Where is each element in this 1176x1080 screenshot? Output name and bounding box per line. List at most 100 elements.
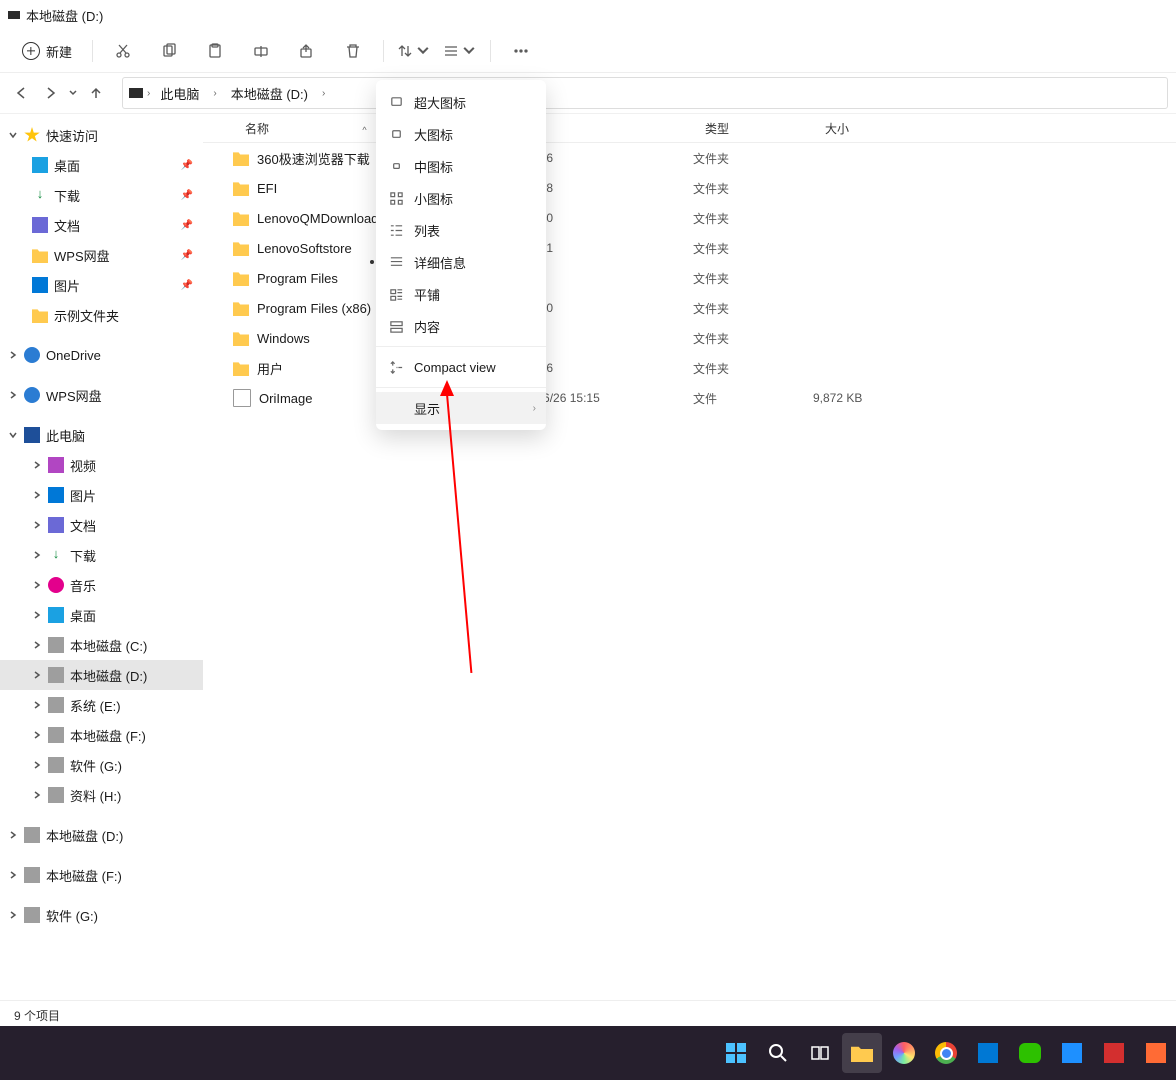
- app-icon: [978, 1043, 998, 1063]
- sidebar-pictures-2[interactable]: 图片: [0, 480, 203, 510]
- share-button[interactable]: [287, 35, 327, 67]
- forward-button[interactable]: [36, 79, 64, 107]
- taskbar-app-1[interactable]: [884, 1033, 924, 1073]
- rename-button[interactable]: [241, 35, 281, 67]
- menu-xl-icons[interactable]: 超大图标: [376, 86, 546, 118]
- sidebar-label: 文档: [54, 216, 80, 235]
- sidebar-drive-f[interactable]: 本地磁盘 (F:): [0, 720, 203, 750]
- file-size: 9,872 KB: [813, 391, 913, 405]
- taskbar-app-3[interactable]: [1052, 1033, 1092, 1073]
- sidebar-label: 本地磁盘 (F:): [70, 726, 146, 745]
- sidebar-onedrive[interactable]: OneDrive: [0, 340, 203, 370]
- sidebar-this-pc[interactable]: 此电脑: [0, 420, 203, 450]
- cut-button[interactable]: [103, 35, 143, 67]
- sidebar-quick-access[interactable]: 快速访问: [0, 120, 203, 150]
- view-button[interactable]: [440, 35, 480, 67]
- sidebar-desktop-2[interactable]: 桌面: [0, 600, 203, 630]
- sidebar-label: 下载: [54, 186, 80, 205]
- menu-compact[interactable]: Compact view: [376, 351, 546, 383]
- back-button[interactable]: [8, 79, 36, 107]
- search-button[interactable]: [758, 1033, 798, 1073]
- body: 快速访问 桌面📌 ↓下载📌 文档📌 WPS网盘📌 图片📌 示例文件夹 OneDr…: [0, 114, 1176, 1000]
- sidebar-music[interactable]: 音乐: [0, 570, 203, 600]
- l-icons-icon: [388, 126, 404, 142]
- sidebar-label: 文档: [70, 516, 96, 535]
- sidebar-pictures[interactable]: 图片📌: [0, 270, 203, 300]
- menu-label: 超大图标: [414, 93, 466, 112]
- sidebar-drive-d-2[interactable]: 本地磁盘 (D:): [0, 820, 203, 850]
- menu-content[interactable]: 内容: [376, 310, 546, 342]
- file-row[interactable]: 360极速浏览器下载3 17:26文件夹: [203, 143, 1176, 173]
- taskbar-app-2[interactable]: [968, 1033, 1008, 1073]
- breadcrumb-pc[interactable]: 此电脑: [154, 82, 205, 105]
- paste-button[interactable]: [195, 35, 235, 67]
- new-button[interactable]: 新建: [12, 38, 82, 65]
- file-type: 文件夹: [693, 300, 813, 317]
- sidebar-drive-c[interactable]: 本地磁盘 (C:): [0, 630, 203, 660]
- star-icon: [24, 127, 40, 143]
- file-row[interactable]: Program Files (x86)6 15:00文件夹: [203, 293, 1176, 323]
- menu-s-icons[interactable]: 小图标: [376, 182, 546, 214]
- nav-sidebar: 快速访问 桌面📌 ↓下载📌 文档📌 WPS网盘📌 图片📌 示例文件夹 OneDr…: [0, 114, 203, 1000]
- breadcrumb-loc[interactable]: 本地磁盘 (D:): [225, 82, 314, 105]
- plus-circle-icon: [22, 42, 40, 60]
- task-view-button[interactable]: [800, 1033, 840, 1073]
- taskbar-app-5[interactable]: [1136, 1033, 1176, 1073]
- file-row[interactable]: LenovoQMDownload6 19:40文件夹: [203, 203, 1176, 233]
- pin-icon: 📌: [181, 160, 193, 171]
- copy-button[interactable]: [149, 35, 189, 67]
- recent-button[interactable]: [64, 79, 82, 107]
- col-size[interactable]: 大小: [825, 120, 925, 137]
- start-button[interactable]: [716, 1033, 756, 1073]
- sidebar-drive-e[interactable]: 系统 (E:): [0, 690, 203, 720]
- file-row[interactable]: LenovoSoftstore6 23:31文件夹: [203, 233, 1176, 263]
- s-icons-icon: [388, 190, 404, 206]
- sidebar-drive-g-2[interactable]: 软件 (G:): [0, 900, 203, 930]
- sidebar-drive-f-2[interactable]: 本地磁盘 (F:): [0, 860, 203, 890]
- sidebar-drive-g[interactable]: 软件 (G:): [0, 750, 203, 780]
- up-button[interactable]: [82, 79, 110, 107]
- view-context-menu: 超大图标 大图标 中图标 小图标 列表 详细信息 平铺 内容 Compact v…: [376, 80, 546, 430]
- sidebar-downloads[interactable]: ↓下载📌: [0, 180, 203, 210]
- file-name: EFI: [257, 181, 277, 196]
- col-type[interactable]: 类型: [705, 120, 825, 137]
- app-icon: [893, 1042, 915, 1064]
- file-row[interactable]: OriImage2021/6/26 15:15文件9,872 KB: [203, 383, 1176, 413]
- file-type: 文件夹: [693, 150, 813, 167]
- sidebar-samples[interactable]: 示例文件夹: [0, 300, 203, 330]
- sidebar-label: 软件 (G:): [70, 756, 122, 775]
- drive-icon: [48, 637, 64, 653]
- file-row[interactable]: EFI6 17:18文件夹: [203, 173, 1176, 203]
- taskbar-chrome[interactable]: [926, 1033, 966, 1073]
- menu-m-icons[interactable]: 中图标: [376, 150, 546, 182]
- separator: [376, 387, 546, 388]
- file-row[interactable]: 用户7 16:06文件夹: [203, 353, 1176, 383]
- taskbar-explorer[interactable]: [842, 1033, 882, 1073]
- sidebar-documents-2[interactable]: 文档: [0, 510, 203, 540]
- delete-button[interactable]: [333, 35, 373, 67]
- taskbar-wechat[interactable]: [1010, 1033, 1050, 1073]
- menu-l-icons[interactable]: 大图标: [376, 118, 546, 150]
- sidebar-desktop[interactable]: 桌面📌: [0, 150, 203, 180]
- sidebar-drive-h[interactable]: 资料 (H:): [0, 780, 203, 810]
- menu-list[interactable]: 列表: [376, 214, 546, 246]
- app-icon: [1104, 1043, 1124, 1063]
- pin-icon: 📌: [181, 250, 193, 261]
- sidebar-wps-drive[interactable]: WPS网盘📌: [0, 240, 203, 270]
- sidebar-wps-drive-2[interactable]: WPS网盘: [0, 380, 203, 410]
- file-row[interactable]: Program Files2:41文件夹: [203, 263, 1176, 293]
- sort-button[interactable]: [394, 35, 434, 67]
- address-bar[interactable]: › 此电脑 › 本地磁盘 (D:) ›: [122, 77, 1168, 109]
- sidebar-documents[interactable]: 文档📌: [0, 210, 203, 240]
- chevron-right-icon: ›: [147, 88, 150, 99]
- menu-tiles[interactable]: 平铺: [376, 278, 546, 310]
- column-headers: 名称 ^ 修改日期 类型 大小: [203, 114, 1176, 143]
- sidebar-drive-d[interactable]: 本地磁盘 (D:): [0, 660, 203, 690]
- more-button[interactable]: [501, 35, 541, 67]
- sidebar-downloads-2[interactable]: ↓下载: [0, 540, 203, 570]
- menu-show[interactable]: 显示›: [376, 392, 546, 424]
- taskbar-app-4[interactable]: [1094, 1033, 1134, 1073]
- menu-details[interactable]: 详细信息: [376, 246, 546, 278]
- sidebar-videos[interactable]: 视频: [0, 450, 203, 480]
- file-row[interactable]: Windows4:07文件夹: [203, 323, 1176, 353]
